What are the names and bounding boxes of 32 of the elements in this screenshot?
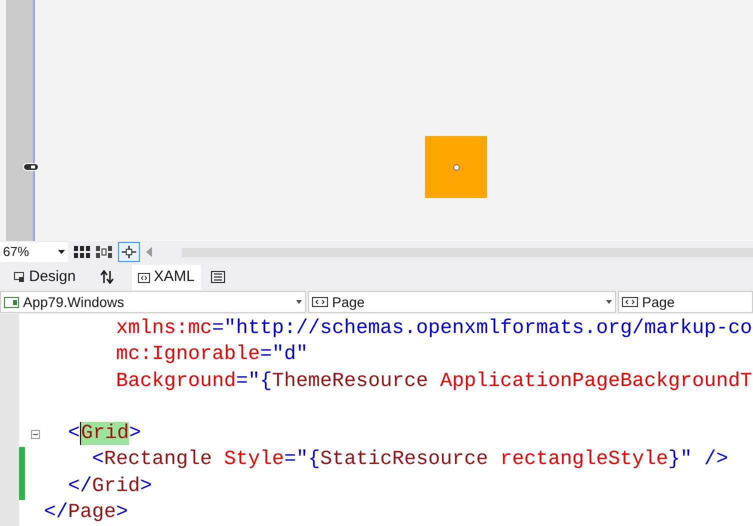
design-icon — [14, 272, 25, 283]
nav-label: Page — [642, 292, 676, 312]
nav-dropdown[interactable]: App79.Windows — [0, 291, 306, 313]
page-icon — [312, 297, 328, 307]
snap-lines-icon[interactable] — [118, 242, 140, 262]
caret-icon — [606, 300, 612, 304]
project-icon — [4, 296, 19, 308]
zoom-dropdown[interactable]: 67% — [0, 242, 68, 262]
code-line: xmlns:mc="http://schemas.openxmlformats.org/markup-co — [115, 316, 752, 342]
split-icon[interactable] — [210, 271, 225, 283]
nav-dropdown[interactable]: Page — [308, 291, 616, 313]
code-line: </Grid> — [67, 474, 152, 500]
swap-icon[interactable] — [100, 270, 114, 284]
view-tab[interactable]: XAML — [132, 265, 201, 290]
caret-icon — [296, 300, 302, 304]
nav-label: Page — [332, 292, 366, 312]
center-handle-icon — [452, 164, 460, 170]
code-line: <Grid> — [67, 421, 142, 448]
grid-icon[interactable] — [74, 246, 90, 258]
handle-icon — [23, 163, 39, 171]
nav-dropdown[interactable]: Page — [618, 291, 753, 313]
code-icon — [138, 272, 150, 282]
page-icon — [622, 297, 638, 307]
snap-grid-icon[interactable] — [96, 246, 112, 258]
caret-icon — [58, 250, 65, 254]
code-line: </Page> — [44, 500, 128, 526]
code-line: Background="{ThemeResource ApplicationPageBackgroundT — [115, 368, 752, 395]
view-tab[interactable]: Design — [8, 265, 82, 290]
code-line: <Rectangle Style="{StaticResource rectangleStyle}" /> — [91, 447, 728, 474]
code-line: mc:Ignorable="d" — [115, 342, 308, 368]
nav-label: App79.Windows — [23, 292, 126, 312]
collapse-icon[interactable] — [30, 430, 40, 439]
